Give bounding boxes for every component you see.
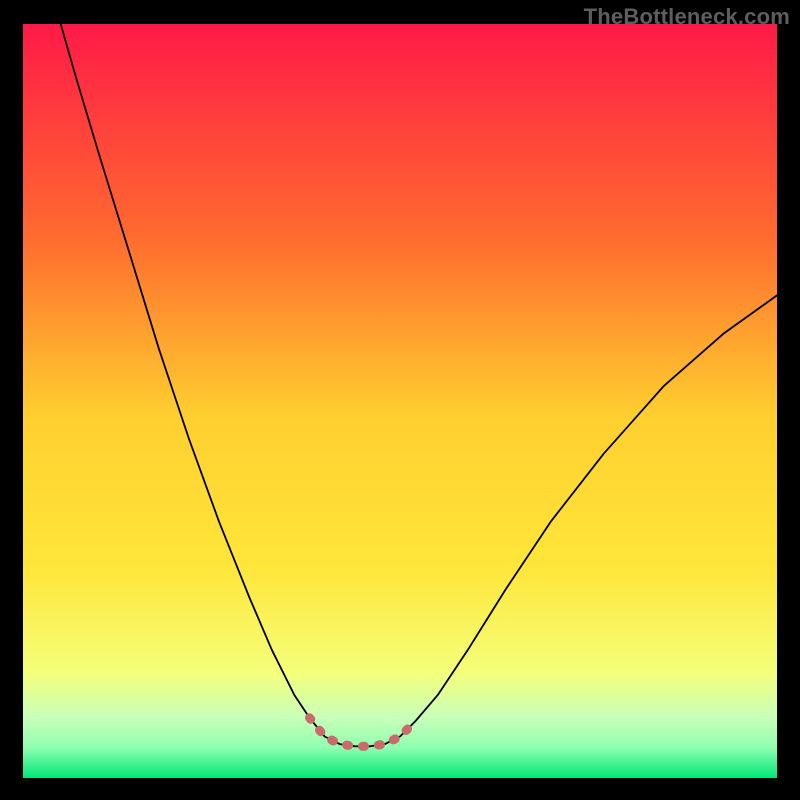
watermark-label: TheBottleneck.com — [584, 4, 790, 30]
gradient-background — [23, 24, 777, 778]
chart-frame: TheBottleneck.com — [0, 0, 800, 800]
plot-area — [23, 24, 777, 778]
bottleneck-chart-svg — [23, 24, 777, 778]
